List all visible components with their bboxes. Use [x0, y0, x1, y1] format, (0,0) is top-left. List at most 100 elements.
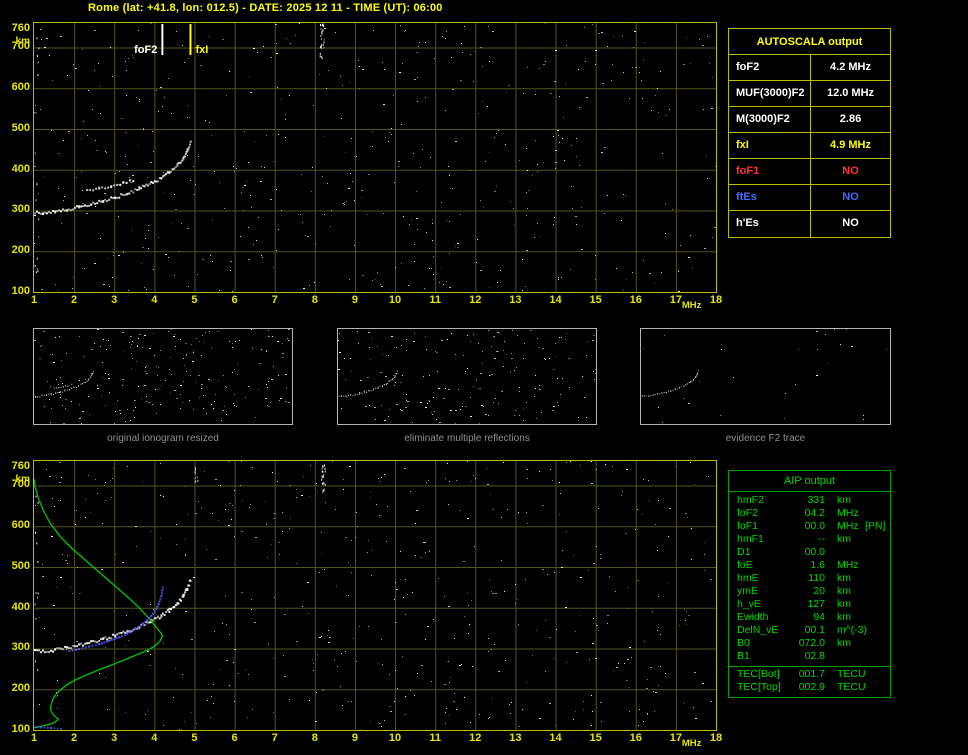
thumbnail-evidence-f2-trace [640, 328, 891, 425]
param-extra [863, 572, 890, 585]
thumbnail-canvas [641, 329, 887, 423]
param-extra [863, 624, 890, 637]
thumbnail-original-ionogram [33, 328, 293, 425]
param-value: 072.0 [798, 637, 825, 649]
param-unit: MHz [837, 559, 859, 571]
thumbnail-eliminate-reflections [337, 328, 597, 425]
x-axis-tick-label: 7 [271, 294, 278, 306]
x-axis-tick-label: 11 [429, 294, 441, 306]
param-extra [863, 533, 890, 546]
x-axis-tick-label: 6 [231, 294, 238, 306]
aip-row-d1: D1 00.0 [729, 546, 890, 559]
param-extra [863, 559, 890, 572]
aip-row-tecbot: TEC[Bot] 001.7 TECU [729, 668, 890, 681]
param-value: -- [818, 533, 825, 545]
param-extra [863, 637, 890, 650]
param-label: B0 [737, 637, 750, 649]
x-axis-tick-label: 7 [271, 732, 278, 744]
x-axis-tick-label: 12 [469, 732, 482, 744]
x-axis-tick-label: 3 [111, 732, 118, 744]
x-axis-tick-label: 2 [71, 732, 78, 744]
param-unit: km [837, 572, 851, 584]
param-extra: [PN] [865, 520, 886, 532]
x-axis-tick-label: 14 [549, 294, 562, 306]
y-axis-tick-label: 500 [11, 121, 30, 134]
param-label: foF2 [729, 55, 811, 80]
aip-table-body: hmF2 331 km foF2 04.2 MHz foF1 00.0 MHz … [729, 492, 890, 694]
y-axis-tick-label: 500 [11, 559, 30, 572]
x-axis-tick-label: 14 [549, 732, 562, 744]
param-value: 04.2 [804, 507, 825, 519]
aip-row-b1: B1 02.8 [729, 650, 890, 663]
marker-label-foF2: foF2 [134, 44, 157, 56]
param-value: 4.9 MHz [830, 139, 871, 151]
station-title: Rome (lat: +41.8, lon: 012.5) - DATE: 20… [88, 2, 443, 14]
aip-row-hme: hmE 110 km [729, 572, 890, 585]
param-value: 127 [807, 598, 825, 610]
y-axis-tick-label: 400 [11, 600, 30, 613]
x-axis-tick-label: 11 [429, 732, 441, 744]
param-value: NO [842, 165, 859, 177]
x-axis-tick-label: 9 [351, 732, 358, 744]
param-unit: km [837, 494, 851, 506]
thumbnail-caption: evidence F2 trace [725, 433, 806, 444]
y-axis-tick-label: 760 [11, 460, 30, 472]
x-axis-unit-label: MHz [681, 300, 702, 311]
aip-row-foe: foE 1.6 MHz [729, 559, 890, 572]
x-axis-tick-label: 13 [509, 732, 522, 744]
x-axis-tick-label: 8 [311, 294, 318, 306]
param-value: 00.0 [804, 520, 825, 532]
thumbnail-caption: original ionogram resized [107, 433, 219, 444]
param-value: NO [842, 191, 859, 203]
param-value: 331 [807, 494, 825, 506]
x-axis-tick-label: 13 [509, 294, 522, 306]
ionogram-canvas: foF2 fxI [34, 23, 716, 292]
y-axis-tick-label: 200 [11, 682, 30, 695]
x-axis-tick-label: 4 [151, 294, 158, 306]
tec-separator: TEC[Bot] 001.7 TECU TEC[Top] 002.9 TECU [729, 666, 890, 694]
y-axis-tick-label: 400 [11, 162, 30, 175]
y-axis-tick-label: 600 [11, 81, 30, 94]
param-unit: TECU [837, 681, 866, 693]
param-extra [863, 650, 890, 663]
param-label: TEC[Top] [737, 681, 781, 693]
autoscala-row-m3000f2: M(3000)F2 2.86 [729, 107, 890, 133]
x-axis-tick-label: 5 [191, 732, 198, 744]
param-label: M(3000)F2 [729, 107, 811, 132]
param-label: MUF(3000)F2 [729, 81, 811, 106]
param-value: 20 [813, 585, 825, 597]
param-unit: km [837, 533, 851, 545]
param-unit [825, 546, 863, 559]
x-axis-tick-label: 5 [191, 294, 198, 306]
param-label: foE [737, 559, 753, 571]
x-axis-tick-label: 10 [388, 732, 402, 744]
y-axis-tick-label: 300 [11, 641, 30, 654]
x-axis-tick-label: 6 [231, 732, 238, 744]
param-unit: MHz [837, 507, 859, 519]
param-unit: km [837, 598, 851, 610]
param-label: DelN_vE [737, 624, 779, 636]
autoscala-output-table: AUTOSCALA output foF2 4.2 MHz MUF(3000)F… [728, 28, 891, 238]
x-axis-tick-label: 18 [709, 294, 723, 306]
autoscala-screen: Rome (lat: +41.8, lon: 012.5) - DATE: 20… [0, 0, 968, 755]
aip-output-table: AIP output hmF2 331 km foF2 04.2 MHz foF… [728, 470, 891, 698]
param-extra [863, 611, 890, 624]
x-axis-tick-label: 16 [629, 732, 642, 744]
x-axis-tick-label: 1 [30, 294, 38, 306]
param-value: 002.9 [798, 681, 825, 693]
x-axis-tick-label: 18 [709, 732, 723, 744]
aip-row-yme: ymE 20 km [729, 585, 890, 598]
param-extra [863, 598, 890, 611]
param-value: NO [842, 217, 859, 229]
thumbnail-caption: eliminate multiple reflections [404, 433, 530, 444]
aip-row-fof2: foF2 04.2 MHz [729, 507, 890, 520]
param-unit: MHz [837, 520, 859, 532]
param-value: 2.86 [839, 113, 862, 125]
x-axis-tick-label: 1 [30, 732, 38, 744]
aip-row-hmf2: hmF2 331 km [729, 494, 890, 507]
param-unit: m^(-3) [837, 624, 868, 636]
param-label: hmF1 [737, 533, 764, 545]
thumbnail-canvas [34, 329, 290, 424]
ionogram-plot: foF2 fxI 760 700 600 500 400 300 200 100 km 1 2 3 4 5 6… [12, 22, 722, 311]
thumbnail-canvas [338, 330, 596, 424]
